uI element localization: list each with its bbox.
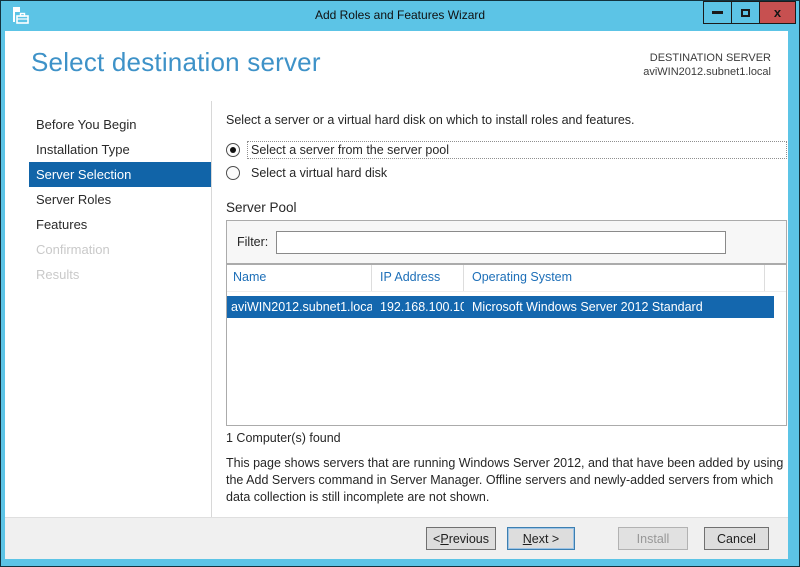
sidebar-item-server-selection[interactable]: Server Selection	[29, 162, 211, 187]
wizard-window: Add Roles and Features Wizard x Select d…	[0, 0, 800, 567]
previous-button[interactable]: < Previous	[426, 527, 496, 550]
cancel-button[interactable]: Cancel	[704, 527, 769, 550]
install-button-label: Install	[636, 531, 670, 546]
minimize-icon	[712, 11, 723, 14]
server-pool-table: Name IP Address Operating System aviWIN2…	[226, 264, 787, 426]
window-title: Add Roles and Features Wizard	[314, 8, 486, 22]
maximize-button[interactable]	[731, 1, 760, 24]
destination-server-label: DESTINATION SERVER	[649, 52, 771, 64]
server-pool-title: Server Pool	[226, 200, 297, 215]
page-description: This page shows servers that are running…	[226, 456, 784, 504]
radio-label-virtual-hard-disk[interactable]: Select a virtual hard disk	[247, 164, 391, 182]
computers-found-text: 1 Computer(s) found	[226, 431, 341, 445]
destination-server-block: DESTINATION SERVER aviWIN2012.subnet1.lo…	[643, 51, 771, 79]
previous-button-pre: <	[433, 531, 441, 546]
install-button: Install	[618, 527, 688, 550]
radio-select-virtual-hard-disk[interactable]	[226, 166, 240, 180]
column-header-operating-system[interactable]: Operating System	[464, 265, 765, 291]
sidebar-item-server-roles[interactable]: Server Roles	[5, 187, 211, 212]
intro-text: Select a server or a virtual hard disk o…	[226, 113, 635, 127]
column-header-spacer	[765, 265, 786, 291]
footer-bar: < Previous Next > Install Cancel	[5, 517, 788, 559]
sidebar-item-results: Results	[36, 267, 80, 282]
table-header-row: Name IP Address Operating System	[227, 265, 786, 292]
column-header-name[interactable]: Name	[227, 265, 372, 291]
cancel-button-label: Cancel	[717, 531, 756, 546]
sidebar-item-features[interactable]: Features	[5, 212, 211, 237]
minimize-button[interactable]	[703, 1, 732, 24]
wizard-steps-sidebar: Before You Begin Installation Type Serve…	[5, 101, 211, 517]
close-icon: x	[773, 5, 782, 20]
filter-label: Filter:	[237, 235, 269, 249]
sidebar-divider	[211, 101, 212, 517]
server-ip-cell: 192.168.100.10	[380, 300, 464, 314]
maximize-icon	[741, 8, 750, 17]
sidebar-item-installation-type[interactable]: Installation Type	[5, 137, 211, 162]
wizard-body: Select destination server DESTINATION SE…	[5, 31, 788, 559]
column-header-ip-address[interactable]: IP Address	[372, 265, 464, 291]
server-row[interactable]: aviWIN2012.subnet1.local 192.168.100.10 …	[227, 296, 774, 318]
server-os-cell: Microsoft Windows Server 2012 Standard	[472, 300, 703, 314]
radio-select-server-pool[interactable]	[226, 143, 240, 157]
main-content: Select a server or a virtual hard disk o…	[226, 101, 787, 517]
sidebar-item-before-you-begin[interactable]: Before You Begin	[5, 112, 211, 137]
previous-button-accesskey: P	[440, 531, 449, 546]
destination-server-name: aviWIN2012.subnet1.local	[643, 66, 771, 78]
previous-button-rest: revious	[448, 531, 489, 546]
close-button[interactable]: x	[759, 1, 796, 24]
next-button[interactable]: Next >	[507, 527, 575, 550]
next-button-rest: ext >	[531, 531, 560, 546]
filter-input[interactable]	[276, 230, 727, 254]
window-controls: x	[703, 1, 796, 24]
next-button-accesskey: N	[522, 531, 532, 546]
radio-label-server-pool[interactable]: Select a server from the server pool	[247, 141, 787, 159]
radio-row-server-pool: Select a server from the server pool	[226, 140, 787, 160]
filter-box: Filter:	[226, 220, 787, 264]
sidebar-item-confirmation: Confirmation	[36, 242, 110, 257]
radio-row-virtual-hard-disk: Select a virtual hard disk	[226, 163, 787, 183]
titlebar: Add Roles and Features Wizard x	[1, 1, 799, 31]
page-title: Select destination server	[31, 47, 321, 77]
server-name-cell: aviWIN2012.subnet1.local	[231, 300, 372, 314]
